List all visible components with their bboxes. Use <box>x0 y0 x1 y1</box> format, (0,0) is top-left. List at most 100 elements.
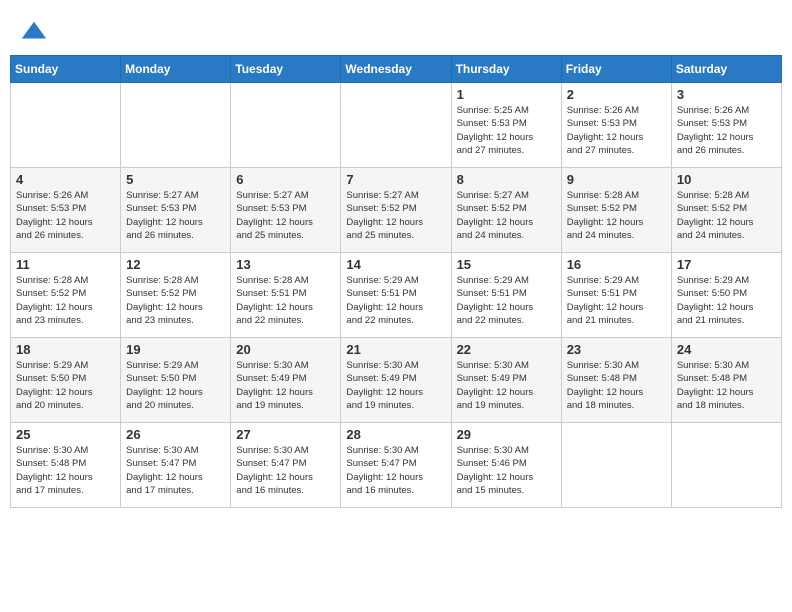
calendar-cell: 13 Sunrise: 5:28 AM Sunset: 5:51 PM Dayli… <box>231 253 341 338</box>
calendar-cell: 21 Sunrise: 5:30 AM Sunset: 5:49 PM Dayli… <box>341 338 451 423</box>
calendar-cell: 16Sunrise: 5:29 AM Sunset: 5:51 PM Dayli… <box>561 253 671 338</box>
day-info: Sunrise: 5:28 AM Sunset: 5:52 PM Dayligh… <box>567 189 666 242</box>
day-number: 9 <box>567 172 666 187</box>
calendar-cell <box>231 83 341 168</box>
day-number: 2 <box>567 87 666 102</box>
day-number: 19 <box>126 342 225 357</box>
calendar-cell <box>341 83 451 168</box>
calendar-cell: 26 Sunrise: 5:30 AM Sunset: 5:47 PM Dayli… <box>121 423 231 508</box>
logo <box>20 18 52 46</box>
calendar-cell <box>121 83 231 168</box>
day-info: Sunrise: 5:30 AM Sunset: 5:47 PM Dayligh… <box>346 444 445 497</box>
day-info: Sunrise: 5:28 AM Sunset: 5:51 PM Dayligh… <box>236 274 335 327</box>
calendar-cell: 8 Sunrise: 5:27 AM Sunset: 5:52 PM Daylig… <box>451 168 561 253</box>
calendar-cell: 24 Sunrise: 5:30 AM Sunset: 5:48 PM Dayli… <box>671 338 781 423</box>
day-number: 22 <box>457 342 556 357</box>
calendar-table: SundayMondayTuesdayWednesdayThursdayFrid… <box>10 55 782 508</box>
day-number: 11 <box>16 257 115 272</box>
day-info: Sunrise: 5:30 AM Sunset: 5:48 PM Dayligh… <box>16 444 115 497</box>
day-info: Sunrise: 5:26 AM Sunset: 5:53 PM Dayligh… <box>16 189 115 242</box>
calendar-cell: 14 Sunrise: 5:29 AM Sunset: 5:51 PM Dayli… <box>341 253 451 338</box>
weekday-header-tuesday: Tuesday <box>231 56 341 83</box>
day-info: Sunrise: 5:30 AM Sunset: 5:49 PM Dayligh… <box>346 359 445 412</box>
day-info: Sunrise: 5:30 AM Sunset: 5:48 PM Dayligh… <box>677 359 776 412</box>
calendar-cell: 17 Sunrise: 5:29 AM Sunset: 5:50 PM Dayli… <box>671 253 781 338</box>
day-info: Sunrise: 5:30 AM Sunset: 5:48 PM Dayligh… <box>567 359 666 412</box>
weekday-header-sunday: Sunday <box>11 56 121 83</box>
day-info: Sunrise: 5:27 AM Sunset: 5:52 PM Dayligh… <box>346 189 445 242</box>
calendar-cell: 5 Sunrise: 5:27 AM Sunset: 5:53 PM Daylig… <box>121 168 231 253</box>
calendar-cell: 9 Sunrise: 5:28 AM Sunset: 5:52 PM Daylig… <box>561 168 671 253</box>
day-number: 18 <box>16 342 115 357</box>
day-info: Sunrise: 5:29 AM Sunset: 5:50 PM Dayligh… <box>677 274 776 327</box>
day-number: 4 <box>16 172 115 187</box>
day-number: 26 <box>126 427 225 442</box>
calendar-cell: 7 Sunrise: 5:27 AM Sunset: 5:52 PM Daylig… <box>341 168 451 253</box>
calendar-cell: 12 Sunrise: 5:28 AM Sunset: 5:52 PM Dayli… <box>121 253 231 338</box>
weekday-header-monday: Monday <box>121 56 231 83</box>
calendar-cell: 28 Sunrise: 5:30 AM Sunset: 5:47 PM Dayli… <box>341 423 451 508</box>
day-number: 27 <box>236 427 335 442</box>
day-number: 15 <box>457 257 556 272</box>
day-number: 3 <box>677 87 776 102</box>
day-info: Sunrise: 5:27 AM Sunset: 5:52 PM Dayligh… <box>457 189 556 242</box>
day-number: 20 <box>236 342 335 357</box>
calendar-cell: 1 Sunrise: 5:25 AM Sunset: 5:53 PM Daylig… <box>451 83 561 168</box>
day-number: 25 <box>16 427 115 442</box>
day-number: 10 <box>677 172 776 187</box>
day-info: Sunrise: 5:30 AM Sunset: 5:47 PM Dayligh… <box>126 444 225 497</box>
day-info: Sunrise: 5:30 AM Sunset: 5:49 PM Dayligh… <box>236 359 335 412</box>
day-info: Sunrise: 5:26 AM Sunset: 5:53 PM Dayligh… <box>567 104 666 157</box>
calendar-cell: 27 Sunrise: 5:30 AM Sunset: 5:47 PM Dayli… <box>231 423 341 508</box>
calendar-cell <box>561 423 671 508</box>
calendar-cell: 23 Sunrise: 5:30 AM Sunset: 5:48 PM Dayli… <box>561 338 671 423</box>
day-info: Sunrise: 5:29 AM Sunset: 5:50 PM Dayligh… <box>16 359 115 412</box>
calendar-cell: 22 Sunrise: 5:30 AM Sunset: 5:49 PM Dayli… <box>451 338 561 423</box>
day-info: Sunrise: 5:30 AM Sunset: 5:46 PM Dayligh… <box>457 444 556 497</box>
calendar-cell: 6 Sunrise: 5:27 AM Sunset: 5:53 PM Daylig… <box>231 168 341 253</box>
day-number: 1 <box>457 87 556 102</box>
calendar-cell: 11 Sunrise: 5:28 AM Sunset: 5:52 PM Dayli… <box>11 253 121 338</box>
day-number: 12 <box>126 257 225 272</box>
logo-icon <box>20 18 48 46</box>
calendar-cell: 29 Sunrise: 5:30 AM Sunset: 5:46 PM Dayli… <box>451 423 561 508</box>
day-number: 7 <box>346 172 445 187</box>
day-number: 17 <box>677 257 776 272</box>
day-number: 13 <box>236 257 335 272</box>
weekday-header-wednesday: Wednesday <box>341 56 451 83</box>
day-number: 6 <box>236 172 335 187</box>
day-info: Sunrise: 5:30 AM Sunset: 5:47 PM Dayligh… <box>236 444 335 497</box>
day-number: 29 <box>457 427 556 442</box>
calendar-cell: 4 Sunrise: 5:26 AM Sunset: 5:53 PM Daylig… <box>11 168 121 253</box>
day-number: 21 <box>346 342 445 357</box>
day-info: Sunrise: 5:28 AM Sunset: 5:52 PM Dayligh… <box>126 274 225 327</box>
day-info: Sunrise: 5:27 AM Sunset: 5:53 PM Dayligh… <box>126 189 225 242</box>
day-number: 16 <box>567 257 666 272</box>
day-info: Sunrise: 5:25 AM Sunset: 5:53 PM Dayligh… <box>457 104 556 157</box>
weekday-header-saturday: Saturday <box>671 56 781 83</box>
calendar-cell: 2 Sunrise: 5:26 AM Sunset: 5:53 PM Daylig… <box>561 83 671 168</box>
calendar-cell: 3 Sunrise: 5:26 AM Sunset: 5:53 PM Daylig… <box>671 83 781 168</box>
calendar-cell: 15 Sunrise: 5:29 AM Sunset: 5:51 PM Dayli… <box>451 253 561 338</box>
day-number: 5 <box>126 172 225 187</box>
day-info: Sunrise: 5:29 AM Sunset: 5:51 PM Dayligh… <box>457 274 556 327</box>
header <box>10 10 782 51</box>
day-info: Sunrise: 5:28 AM Sunset: 5:52 PM Dayligh… <box>16 274 115 327</box>
day-number: 24 <box>677 342 776 357</box>
weekday-header-friday: Friday <box>561 56 671 83</box>
day-info: Sunrise: 5:29 AM Sunset: 5:51 PM Dayligh… <box>346 274 445 327</box>
day-number: 8 <box>457 172 556 187</box>
calendar-cell: 20 Sunrise: 5:30 AM Sunset: 5:49 PM Dayli… <box>231 338 341 423</box>
day-info: Sunrise: 5:28 AM Sunset: 5:52 PM Dayligh… <box>677 189 776 242</box>
day-info: Sunrise: 5:29 AM Sunset: 5:50 PM Dayligh… <box>126 359 225 412</box>
calendar-cell: 18 Sunrise: 5:29 AM Sunset: 5:50 PM Dayli… <box>11 338 121 423</box>
calendar-cell: 19 Sunrise: 5:29 AM Sunset: 5:50 PM Dayli… <box>121 338 231 423</box>
day-number: 28 <box>346 427 445 442</box>
calendar-cell <box>671 423 781 508</box>
day-info: Sunrise: 5:27 AM Sunset: 5:53 PM Dayligh… <box>236 189 335 242</box>
calendar-cell: 10 Sunrise: 5:28 AM Sunset: 5:52 PM Dayli… <box>671 168 781 253</box>
day-info: Sunrise: 5:30 AM Sunset: 5:49 PM Dayligh… <box>457 359 556 412</box>
day-number: 14 <box>346 257 445 272</box>
day-number: 23 <box>567 342 666 357</box>
day-info: Sunrise: 5:26 AM Sunset: 5:53 PM Dayligh… <box>677 104 776 157</box>
